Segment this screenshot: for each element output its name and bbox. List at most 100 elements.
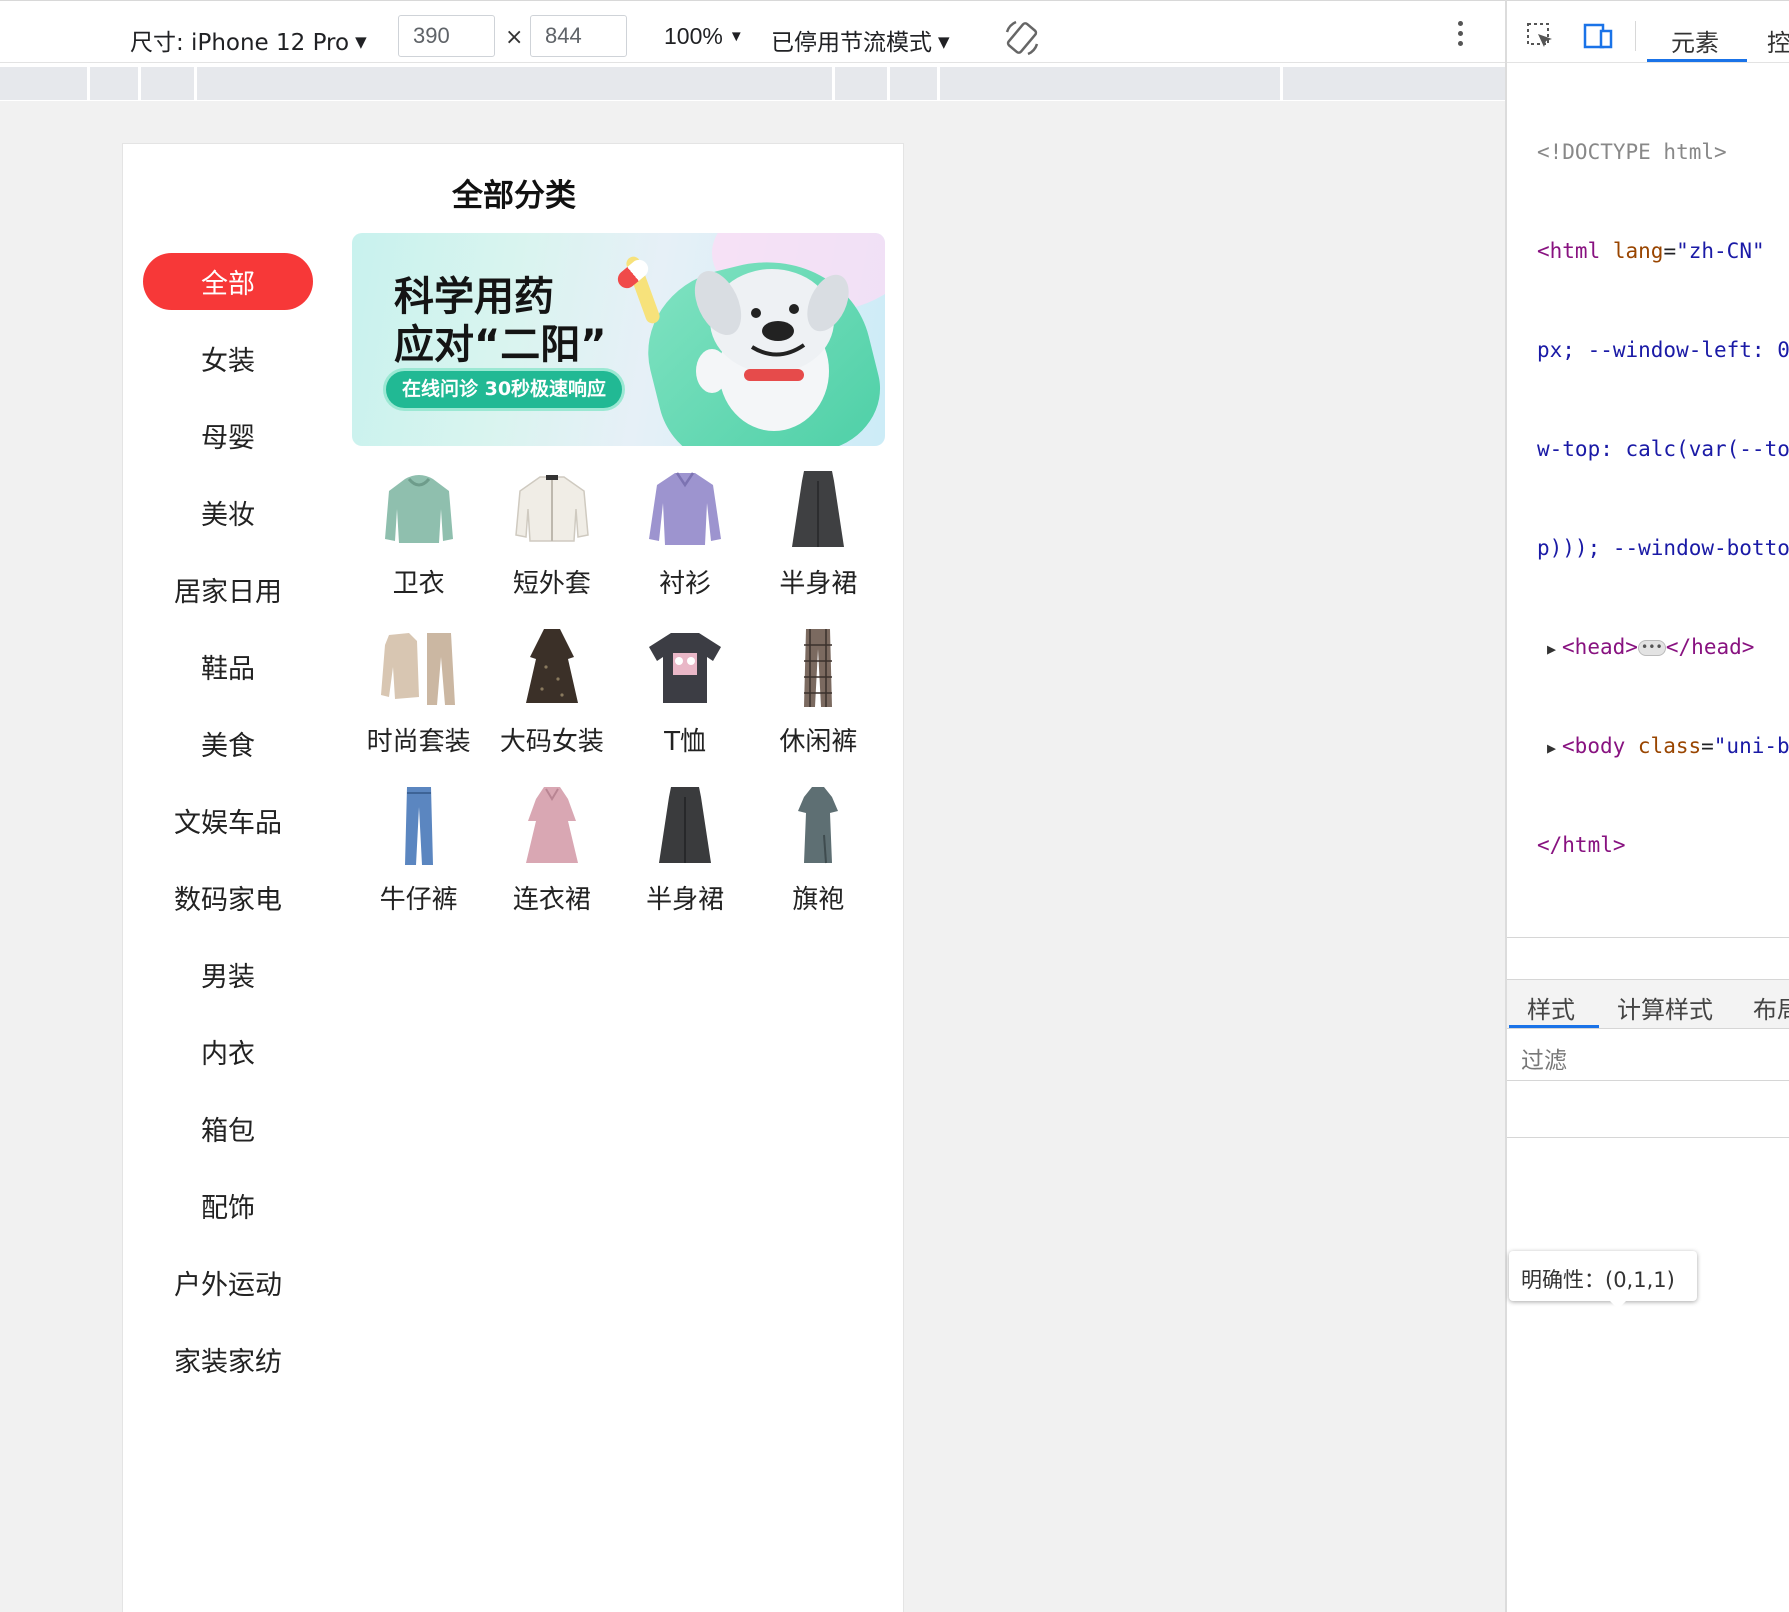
rotate-icon[interactable]: [1002, 18, 1042, 58]
subcategory-item[interactable]: 时尚套装: [352, 627, 485, 785]
category-item[interactable]: 家装家纺: [143, 1331, 313, 1388]
mascot-dog-icon: [694, 269, 849, 431]
tab-computed[interactable]: 计算样式: [1617, 990, 1713, 1025]
category-item[interactable]: 内衣: [143, 1023, 313, 1080]
promo-banner[interactable]: 科学用药 应对“二阳” 在线问诊 30秒极速响应: [352, 233, 885, 446]
throttle-select[interactable]: 已停用节流模式 ▼: [771, 23, 950, 57]
devtools-panel: 元素 控 <!DOCTYPE html> <html lang="zh-CN" …: [1505, 0, 1789, 1612]
chevron-down-icon: ▼: [938, 33, 950, 51]
dom-node-head[interactable]: ▶ <head> ••• </head>: [1507, 631, 1789, 664]
specificity-tooltip: 明确性：(0,1,1): [1509, 1251, 1697, 1309]
category-item-all[interactable]: 全部: [143, 253, 313, 310]
subcategory-label: T恤: [664, 727, 707, 757]
active-tab-indicator: [1509, 1025, 1599, 1028]
subcategory-item[interactable]: 衬衫: [619, 469, 752, 627]
dress-thumb: [525, 629, 578, 703]
skirt-thumb: [659, 787, 712, 863]
subcategory-item[interactable]: 卫衣: [352, 469, 485, 627]
subcategory-label: 牛仔裤: [379, 885, 458, 915]
suit-set-thumb: [380, 633, 455, 705]
dom-attr-line: w-top: calc(var(--to: [1537, 437, 1789, 461]
category-item[interactable]: 女装: [143, 330, 313, 387]
panel-splitter[interactable]: [1507, 937, 1789, 979]
chevron-down-icon: ▼: [728, 28, 744, 45]
subcategory-item[interactable]: 连衣裙: [485, 785, 618, 943]
subcategory-item[interactable]: 半身裙: [619, 785, 752, 943]
tab-console[interactable]: 控: [1767, 23, 1789, 58]
banner-cta: 在线问诊 30秒极速响应: [386, 371, 623, 408]
dom-node-html-close[interactable]: </html>: [1507, 829, 1789, 862]
media-query-ruler[interactable]: [0, 67, 1505, 100]
expand-triangle-icon: ▶: [1547, 739, 1557, 757]
expand-triangle-icon: ▶: [1547, 640, 1557, 658]
zoom-select[interactable]: 100% ▼: [664, 23, 744, 50]
subcategory-item[interactable]: 牛仔裤: [352, 785, 485, 943]
subcategory-item[interactable]: 休闲裤: [752, 627, 885, 785]
device-label: 尺寸: iPhone 12 Pro: [130, 30, 350, 56]
dom-doctype[interactable]: <!DOCTYPE html>: [1507, 136, 1789, 169]
grid-row: 牛仔裤 连衣裙 半身裙 旗袍: [352, 785, 885, 943]
jacket-thumb: [515, 475, 589, 542]
grid-row: 卫衣 短外套 衬衫 半身裙: [352, 469, 885, 627]
subcategory-item[interactable]: 大码女装: [485, 627, 618, 785]
qipao-thumb: [798, 787, 839, 864]
tab-elements[interactable]: 元素: [1671, 23, 1719, 58]
category-sidebar: 全部 女装 母婴 美妆 居家日用 鞋品 美食 文娱车品 数码家电 男装 内衣 箱…: [143, 253, 313, 1408]
zoom-label: 100%: [664, 23, 723, 49]
subcategory-label: 短外套: [512, 569, 591, 599]
subcategory-label: 半身裙: [779, 569, 858, 599]
hoodie-thumb: [384, 475, 453, 543]
subcategory-item[interactable]: 半身裙: [752, 469, 885, 627]
active-tab-indicator: [1647, 59, 1747, 62]
dress-thumb: [525, 787, 578, 863]
styles-filter-input[interactable]: 过滤: [1507, 1029, 1789, 1081]
dom-attr-line: px; --window-left: 0: [1537, 338, 1789, 362]
subcategory-item[interactable]: T恤: [619, 627, 752, 785]
category-item[interactable]: 数码家电: [143, 869, 313, 926]
subcategory-label: 时尚套装: [366, 727, 471, 757]
dimension-times: ×: [505, 25, 524, 50]
subcategory-item[interactable]: 旗袍: [752, 785, 885, 943]
ellipsis-icon: •••: [1637, 640, 1666, 656]
pants-thumb: [804, 629, 833, 707]
subcategory-label: 衬衫: [659, 569, 712, 599]
banner-line2: 应对“二阳”: [394, 322, 607, 368]
styles-section: [1507, 1081, 1789, 1138]
more-vertical-icon[interactable]: [1450, 21, 1470, 51]
subcategory-grid: 卫衣 短外套 衬衫 半身裙 时尚套装 大码女装 T恤 休闲裤 牛仔裤 连衣裙 半…: [352, 469, 885, 943]
device-toggle-icon[interactable]: [1583, 21, 1613, 51]
chevron-down-icon: ▼: [355, 33, 367, 51]
category-item[interactable]: 配饰: [143, 1177, 313, 1234]
category-item[interactable]: 美妆: [143, 484, 313, 541]
dom-node-body[interactable]: ▶<body class="uni-bo: [1507, 730, 1789, 763]
subcategory-label: 卫衣: [392, 569, 445, 599]
dom-node-html[interactable]: <html lang="zh-CN": [1507, 235, 1789, 268]
subcategory-label: 旗袍: [792, 885, 845, 915]
width-input[interactable]: 390: [398, 15, 495, 57]
height-input[interactable]: 844: [530, 15, 627, 57]
category-item[interactable]: 文娱车品: [143, 792, 313, 849]
device-select[interactable]: 尺寸: iPhone 12 Pro ▼: [130, 23, 367, 57]
subcategory-label: 连衣裙: [512, 885, 591, 915]
banner-line1: 科学用药: [394, 274, 554, 320]
throttle-label: 已停用节流模式: [771, 30, 932, 56]
shirt-thumb: [649, 472, 722, 545]
tab-styles[interactable]: 样式: [1527, 990, 1575, 1025]
dom-attr-line: p))); --window-botto: [1537, 536, 1789, 560]
jeans-thumb: [404, 787, 433, 865]
inspect-element-icon[interactable]: [1525, 21, 1555, 51]
subcategory-item[interactable]: 短外套: [485, 469, 618, 627]
device-toolbar: 尺寸: iPhone 12 Pro ▼ 390 × 844 100% ▼ 已停用节流…: [0, 0, 1505, 63]
category-item[interactable]: 美食: [143, 715, 313, 772]
category-item[interactable]: 母婴: [143, 407, 313, 464]
category-item[interactable]: 鞋品: [143, 638, 313, 695]
banner-title: 科学用药 应对“二阳”: [394, 273, 607, 369]
category-item[interactable]: 箱包: [143, 1100, 313, 1157]
category-item[interactable]: 居家日用: [143, 561, 313, 618]
category-item[interactable]: 户外运动: [143, 1254, 313, 1311]
tab-layout[interactable]: 布局: [1753, 990, 1789, 1025]
styles-tabbar: 样式 计算样式 布局: [1507, 979, 1789, 1029]
skirt-thumb: [792, 471, 845, 547]
category-item[interactable]: 男装: [143, 946, 313, 1003]
devtools-tabbar: 元素 控: [1507, 0, 1789, 63]
